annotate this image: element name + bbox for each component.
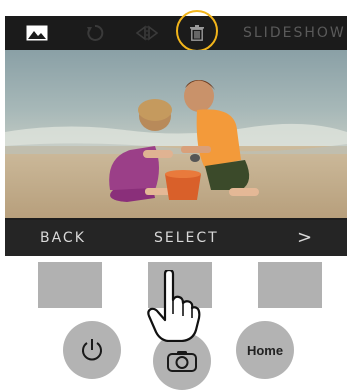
back-button[interactable]: BACK — [40, 220, 86, 256]
picture-icon[interactable] — [25, 16, 49, 50]
select-button[interactable]: SELECT — [154, 220, 219, 256]
device-screen: SLIDESHOW BACK SELECT > — [5, 10, 347, 256]
beach-photo — [5, 50, 347, 218]
bottom-bar: BACK SELECT > — [5, 220, 347, 256]
top-toolbar: SLIDESHOW — [5, 10, 347, 52]
next-button[interactable]: > — [297, 220, 312, 256]
soft-key-right[interactable] — [258, 262, 322, 308]
highlight-ring — [176, 10, 218, 52]
camera-icon — [167, 351, 197, 372]
rotate-icon[interactable] — [83, 16, 107, 50]
slideshow-button[interactable]: SLIDESHOW — [243, 16, 346, 50]
home-label: Home — [246, 342, 284, 358]
hand-pointer-icon — [146, 268, 202, 347]
home-button[interactable]: Home — [236, 321, 294, 379]
power-button[interactable] — [63, 321, 121, 379]
soft-key-left[interactable] — [38, 262, 102, 308]
power-icon — [82, 339, 102, 361]
flip-icon[interactable] — [135, 16, 159, 50]
